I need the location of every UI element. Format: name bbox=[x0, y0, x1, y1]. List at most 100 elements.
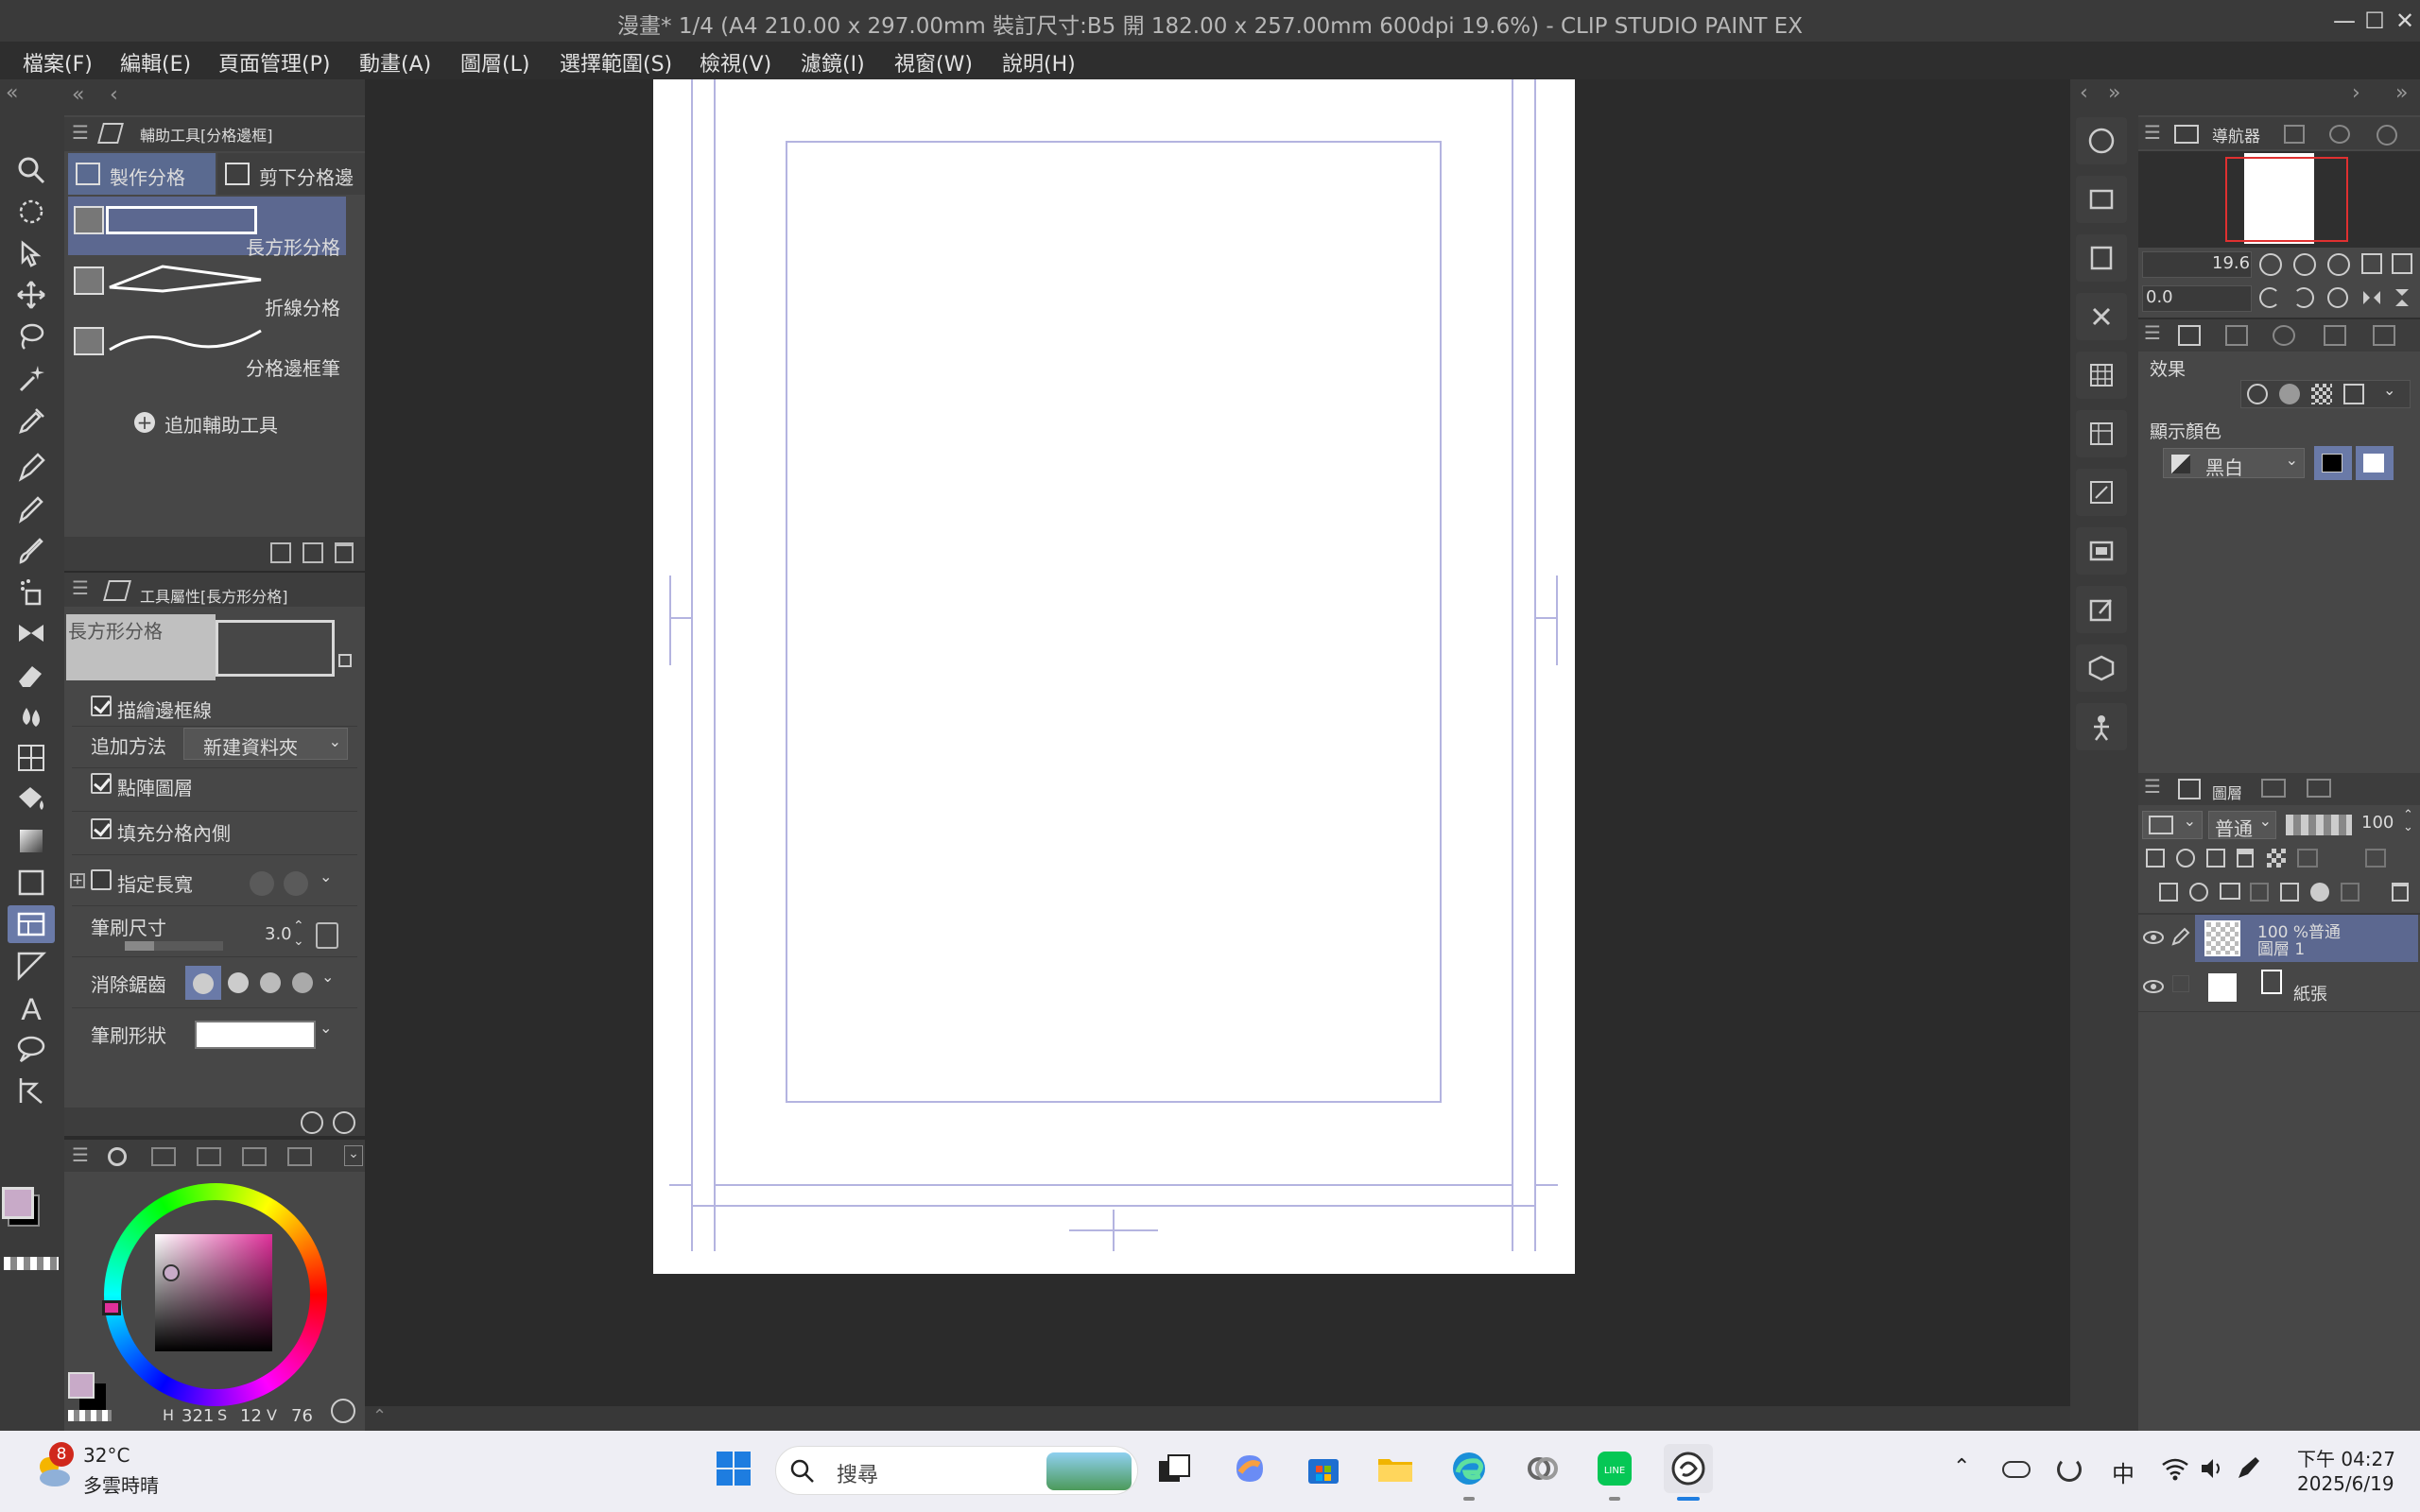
subtool-item-polyline-frame[interactable]: 折線分格 bbox=[68, 257, 346, 319]
hue-cursor[interactable] bbox=[102, 1300, 121, 1315]
figure-icon[interactable] bbox=[2076, 703, 2127, 750]
reset-rotation-icon[interactable] bbox=[2327, 287, 2348, 308]
blend-mode-select[interactable]: 普通 ⌄ bbox=[2208, 811, 2276, 840]
panel-menu-icon[interactable]: ☰ bbox=[72, 576, 89, 599]
ruler-link-icon[interactable] bbox=[2365, 849, 2386, 868]
menu-view[interactable]: 檢視(V) bbox=[700, 47, 771, 77]
clip-layer-icon[interactable] bbox=[2146, 849, 2165, 868]
sv-cursor[interactable] bbox=[163, 1264, 180, 1281]
3d-icon[interactable] bbox=[2076, 644, 2127, 692]
tab-icon[interactable] bbox=[2273, 325, 2295, 346]
tab-icon[interactable] bbox=[2373, 325, 2395, 346]
play-icon[interactable] bbox=[331, 1399, 355, 1423]
magic-wand-icon[interactable] bbox=[8, 359, 55, 397]
import-icon[interactable] bbox=[270, 542, 291, 563]
tab-icon[interactable] bbox=[2324, 325, 2346, 346]
tab-color-set-icon[interactable] bbox=[197, 1147, 221, 1166]
spin-arrows-icon[interactable]: ⌃ ⌄ bbox=[293, 919, 304, 949]
draw-border-checkbox[interactable] bbox=[91, 696, 112, 716]
sync-icon[interactable] bbox=[2057, 1457, 2082, 1482]
task-view-icon[interactable] bbox=[1150, 1444, 1199, 1493]
expand-icon[interactable]: + bbox=[70, 873, 85, 888]
expand-up-icon[interactable]: ⌃ bbox=[372, 1406, 387, 1426]
eye-icon[interactable] bbox=[2142, 975, 2165, 998]
fit-window-icon[interactable] bbox=[2392, 253, 2412, 274]
volume-icon[interactable] bbox=[2199, 1455, 2225, 1482]
zoom-value[interactable]: 19.6 bbox=[2212, 253, 2250, 273]
maximize-button[interactable]: ☐ bbox=[2358, 6, 2392, 36]
tab-cut-frame[interactable]: 剪下分格邊 bbox=[217, 153, 365, 195]
operation-tool-icon[interactable] bbox=[8, 234, 55, 272]
spin-arrows-icon[interactable]: ⌃ ⌄ bbox=[2403, 809, 2413, 833]
collapse-left-icon[interactable]: › bbox=[2352, 81, 2360, 105]
lock-icon[interactable] bbox=[338, 654, 352, 667]
decoration-tool-icon[interactable] bbox=[8, 614, 55, 652]
manga-page[interactable] bbox=[365, 79, 2070, 1406]
menu-help[interactable]: 說明(H) bbox=[1002, 47, 1076, 77]
white-color-button[interactable] bbox=[2356, 446, 2394, 480]
percent-icon[interactable] bbox=[250, 871, 274, 896]
gradient-tool-icon[interactable] bbox=[8, 822, 55, 860]
transfer-layer-icon[interactable] bbox=[2250, 883, 2269, 902]
clock-date[interactable]: 2025/6/19 bbox=[2297, 1472, 2394, 1495]
blend-tool-icon[interactable] bbox=[8, 697, 55, 735]
pen-tool-icon[interactable] bbox=[8, 448, 55, 486]
extract-line-icon[interactable] bbox=[2343, 384, 2364, 404]
rotate-right-icon[interactable] bbox=[2293, 287, 2314, 308]
menu-edit[interactable]: 編輯(E) bbox=[120, 47, 191, 77]
frame-border-tool-icon[interactable] bbox=[8, 905, 55, 943]
flip-horizontal-icon[interactable] bbox=[2361, 287, 2382, 308]
fit-icon[interactable] bbox=[2361, 253, 2382, 274]
delete-layer-icon[interactable] bbox=[2392, 883, 2409, 902]
history-tab-icon[interactable] bbox=[2261, 779, 2286, 798]
reset-icon[interactable] bbox=[301, 1111, 323, 1134]
figure-tool-icon[interactable] bbox=[8, 739, 55, 777]
selection-tool-icon[interactable] bbox=[8, 193, 55, 231]
wifi-icon[interactable] bbox=[2161, 1455, 2189, 1482]
antialias-none[interactable] bbox=[185, 966, 221, 1000]
edit-target-box[interactable] bbox=[2172, 975, 2189, 992]
new-folder-icon[interactable] bbox=[2220, 883, 2240, 900]
main-color-mini[interactable] bbox=[68, 1372, 95, 1399]
aspect-checkbox[interactable] bbox=[91, 869, 112, 890]
lock-transparent-icon[interactable] bbox=[2267, 849, 2286, 868]
menu-page[interactable]: 頁面管理(P) bbox=[218, 47, 330, 77]
layer-color-select[interactable]: ⌄ bbox=[2142, 811, 2203, 839]
add-subtool-button[interactable]: + 追加輔助工具 bbox=[134, 410, 323, 438]
tone-icon[interactable] bbox=[2311, 384, 2332, 404]
zoom-in-icon[interactable] bbox=[2293, 253, 2316, 276]
brush-tool-icon[interactable] bbox=[8, 531, 55, 569]
zoom-out-icon[interactable] bbox=[2259, 253, 2282, 276]
weather-text[interactable]: 多雲時晴 bbox=[83, 1470, 159, 1498]
delete-icon[interactable] bbox=[335, 542, 354, 563]
tab-approx-color-icon[interactable] bbox=[242, 1147, 267, 1166]
eraser-tool-icon[interactable] bbox=[8, 656, 55, 694]
tab-color-slider-icon[interactable] bbox=[151, 1147, 176, 1166]
file-explorer-icon[interactable] bbox=[1371, 1444, 1420, 1493]
tab-create-frame[interactable]: 製作分格 bbox=[68, 153, 216, 195]
reference-layer-icon[interactable] bbox=[2176, 849, 2195, 868]
new-file-icon[interactable] bbox=[2076, 234, 2127, 282]
pen-tray-icon[interactable] bbox=[2235, 1455, 2263, 1482]
panel-back-icon[interactable]: ‹ bbox=[110, 83, 118, 107]
layer-property-tab-icon[interactable] bbox=[2178, 325, 2201, 346]
black-color-button[interactable] bbox=[2314, 446, 2352, 480]
text-tool-icon[interactable]: A bbox=[8, 988, 55, 1026]
menu-selection[interactable]: 選擇範圍(S) bbox=[560, 47, 672, 77]
panel-menu-icon[interactable]: ☰ bbox=[72, 1143, 89, 1166]
frame-layer-icon[interactable] bbox=[2076, 527, 2127, 575]
tab-color-wheel-icon[interactable] bbox=[106, 1145, 132, 1168]
chevron-down-icon[interactable]: ⌄ bbox=[344, 1145, 363, 1166]
pen-edit-icon[interactable] bbox=[2170, 926, 2191, 947]
clip-studio-paint-icon[interactable] bbox=[1664, 1444, 1713, 1493]
combine-layer-icon[interactable] bbox=[2280, 883, 2299, 902]
new-vector-layer-icon[interactable] bbox=[2189, 883, 2208, 902]
clip-studio-icon[interactable] bbox=[2076, 117, 2127, 164]
panel-menu-icon[interactable]: ☰ bbox=[2144, 321, 2161, 344]
minimize-button[interactable]: — bbox=[2327, 6, 2361, 36]
line-icon[interactable]: LINE bbox=[1590, 1444, 1639, 1493]
transparent-mini[interactable] bbox=[68, 1410, 112, 1421]
layer-row-1[interactable]: 100 %普通 圖層 1 bbox=[2138, 915, 2420, 962]
brush-size-slider[interactable] bbox=[125, 941, 223, 951]
display-color-select[interactable]: 黑白 ⌄ bbox=[2163, 448, 2305, 479]
